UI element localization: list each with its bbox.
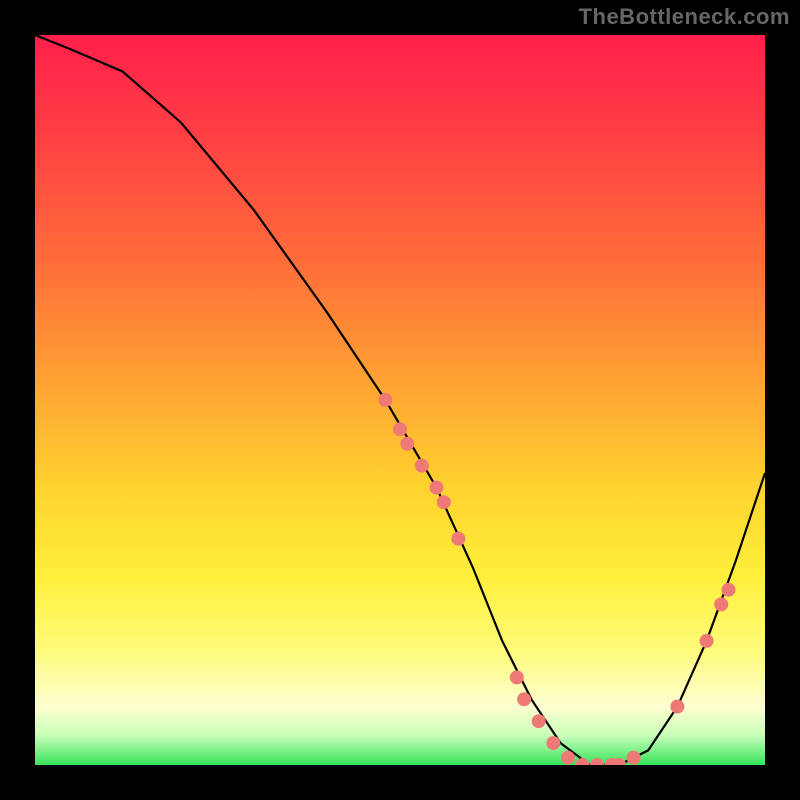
marker-dot <box>722 583 736 597</box>
marker-dot <box>590 758 604 765</box>
marker-dot <box>510 670 524 684</box>
marker-dot <box>546 736 560 750</box>
bottleneck-curve-path <box>35 35 765 765</box>
curve-layer <box>35 35 765 765</box>
marker-dot <box>670 700 684 714</box>
marker-dot <box>400 437 414 451</box>
marker-dot <box>561 751 575 765</box>
marker-dot <box>700 634 714 648</box>
marker-dot <box>576 758 590 765</box>
plot-area <box>35 35 765 765</box>
marker-dot <box>451 532 465 546</box>
marker-dot <box>415 459 429 473</box>
marker-group <box>378 393 735 765</box>
marker-dot <box>430 481 444 495</box>
marker-dot <box>517 692 531 706</box>
marker-dot <box>714 597 728 611</box>
marker-dot <box>378 393 392 407</box>
marker-dot <box>627 751 641 765</box>
marker-dot <box>532 714 546 728</box>
marker-dot <box>393 422 407 436</box>
marker-dot <box>437 495 451 509</box>
watermark-text: TheBottleneck.com <box>579 4 790 30</box>
chart-frame: TheBottleneck.com <box>0 0 800 800</box>
